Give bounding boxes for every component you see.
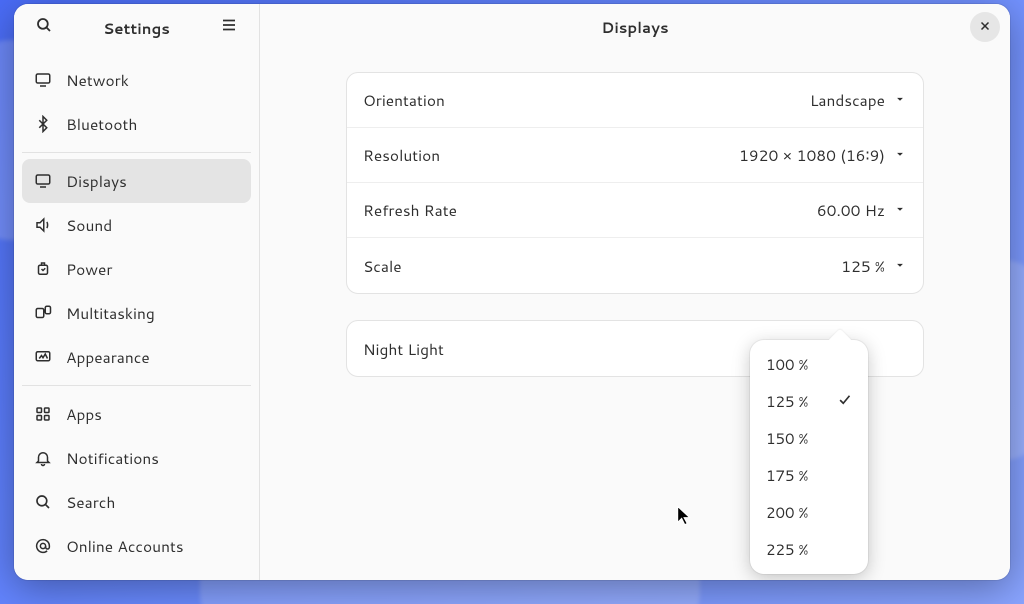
sound-icon (34, 216, 52, 234)
apps-icon (34, 405, 52, 423)
close-icon (978, 16, 992, 39)
scale-option-label: 125 % (766, 391, 808, 412)
scale-value: 125 % (841, 255, 907, 277)
sidebar-item-label: Apps (66, 403, 102, 425)
refresh-rate-row[interactable]: Refresh Rate 60.00 Hz (347, 183, 923, 238)
sidebar-item-label: Network (66, 69, 129, 91)
row-value-text: 60.00 Hz (817, 199, 885, 221)
page-title: Displays (601, 17, 668, 38)
scale-option-label: 175 % (766, 465, 808, 486)
scale-option-label: 150 % (766, 428, 808, 449)
search-icon (35, 16, 53, 40)
sidebar-item-label: Displays (66, 170, 127, 192)
scale-option-175[interactable]: 175 % (756, 457, 862, 494)
settings-window: Settings Network Bluetooth (14, 4, 1010, 580)
search-icon (34, 493, 52, 511)
sidebar-item-label: Online Accounts (66, 535, 184, 557)
sidebar-item-notifications[interactable]: Notifications (22, 436, 251, 480)
sidebar-title: Settings (103, 18, 170, 39)
row-value-text: 125 % (841, 255, 885, 277)
sidebar-item-bluetooth[interactable]: Bluetooth (22, 102, 251, 146)
sidebar-item-power[interactable]: Power (22, 247, 251, 291)
scale-option-150[interactable]: 150 % (756, 420, 862, 457)
sidebar-item-label: Bluetooth (66, 113, 137, 135)
sidebar-item-label: Power (66, 258, 112, 280)
row-label: Scale (363, 255, 402, 277)
sidebar-item-multitasking[interactable]: Multitasking (22, 291, 251, 335)
sidebar-separator (22, 385, 251, 386)
sidebar-item-online-accounts[interactable]: Online Accounts (22, 524, 251, 568)
sidebar-header: Settings (14, 4, 259, 52)
scale-option-225[interactable]: 225 % (756, 531, 862, 568)
sidebar-item-displays[interactable]: Displays (22, 159, 251, 203)
bluetooth-icon (34, 115, 52, 133)
row-label: Refresh Rate (363, 199, 457, 221)
sidebar-item-label: Appearance (66, 346, 150, 368)
bell-icon (34, 449, 52, 467)
menu-button[interactable] (213, 12, 245, 44)
main-panel: Displays Orientation Landscape Resolutio… (260, 4, 1010, 580)
sidebar-item-sound[interactable]: Sound (22, 203, 251, 247)
at-icon (34, 537, 52, 555)
display-icon (34, 71, 52, 89)
power-icon (34, 260, 52, 278)
scale-option-200[interactable]: 200 % (756, 494, 862, 531)
chevron-down-icon (893, 255, 907, 277)
sidebar: Settings Network Bluetooth (14, 4, 260, 580)
scale-option-label: 225 % (766, 539, 808, 560)
scale-popover: 100 % 125 % 150 % 175 % 200 % 225 % (750, 340, 868, 574)
sidebar-item-label: Sound (66, 214, 112, 236)
appearance-icon (34, 348, 52, 366)
row-label: Night Light (363, 338, 444, 360)
search-button[interactable] (28, 12, 60, 44)
scale-row[interactable]: Scale 125 % (347, 238, 923, 293)
scale-option-label: 200 % (766, 502, 808, 523)
sidebar-item-label: Multitasking (66, 302, 155, 324)
sidebar-item-apps[interactable]: Apps (22, 392, 251, 436)
chevron-down-icon (893, 199, 907, 221)
orientation-row[interactable]: Orientation Landscape (347, 73, 923, 128)
close-button[interactable] (970, 12, 1000, 42)
display-settings-group: Orientation Landscape Resolution 1920 × … (346, 72, 924, 294)
row-label: Resolution (363, 144, 440, 166)
sidebar-item-label: Search (66, 491, 115, 513)
sidebar-item-search[interactable]: Search (22, 480, 251, 524)
resolution-value: 1920 × 1080 (16∶9) (739, 144, 907, 166)
content-area: Orientation Landscape Resolution 1920 × … (260, 52, 1010, 580)
sidebar-item-label: Notifications (66, 447, 159, 469)
chevron-down-icon (893, 89, 907, 111)
scale-option-label: 100 % (766, 354, 808, 375)
multitasking-icon (34, 304, 52, 322)
check-icon (837, 391, 852, 412)
scale-option-100[interactable]: 100 % (756, 346, 862, 383)
main-header: Displays (260, 4, 1010, 52)
hamburger-icon (220, 16, 238, 40)
resolution-row[interactable]: Resolution 1920 × 1080 (16∶9) (347, 128, 923, 183)
row-value-text: 1920 × 1080 (16∶9) (739, 144, 885, 166)
sidebar-nav: Network Bluetooth Displays Soun (14, 52, 259, 568)
display-icon (34, 172, 52, 190)
refresh-rate-value: 60.00 Hz (817, 199, 907, 221)
orientation-value: Landscape (810, 89, 907, 111)
row-label: Orientation (363, 89, 445, 111)
sidebar-separator (22, 152, 251, 153)
chevron-down-icon (893, 144, 907, 166)
sidebar-item-appearance[interactable]: Appearance (22, 335, 251, 379)
sidebar-item-network[interactable]: Network (22, 58, 251, 102)
scale-option-125[interactable]: 125 % (756, 383, 862, 420)
row-value-text: Landscape (810, 89, 885, 111)
